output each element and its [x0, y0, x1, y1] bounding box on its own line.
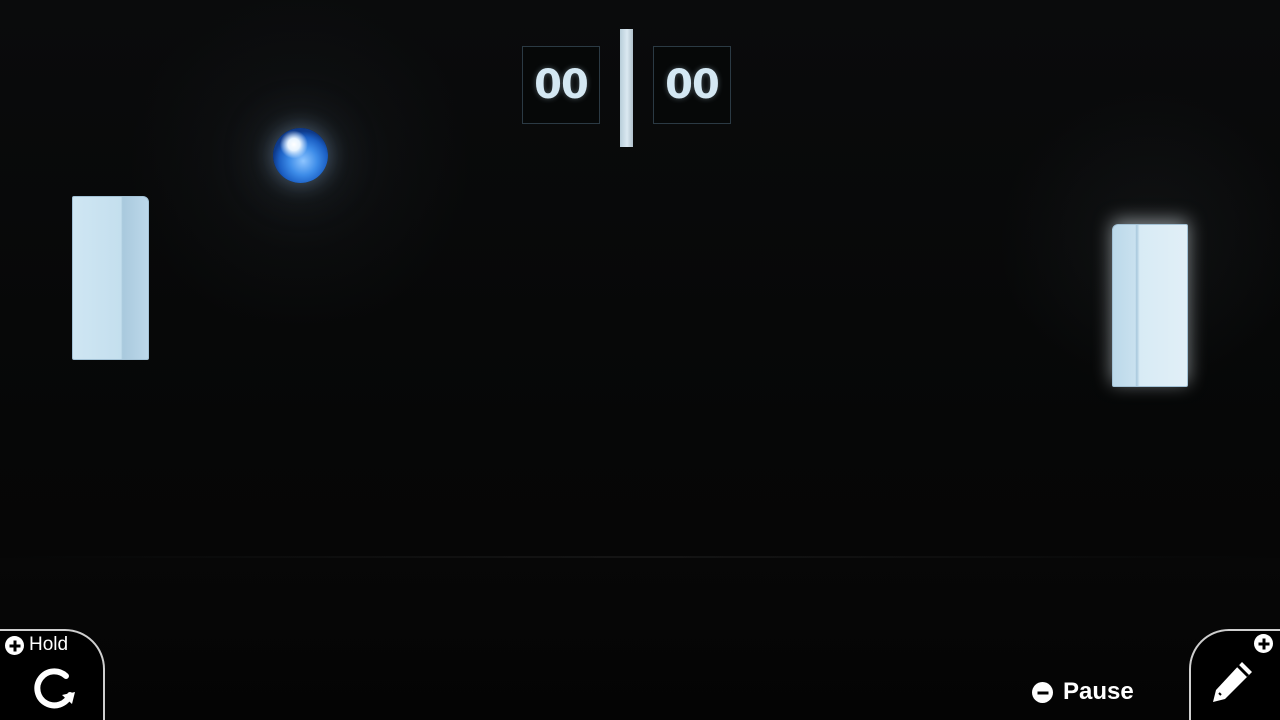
left-paddle: [72, 196, 149, 360]
plus-circle-icon: [1254, 634, 1273, 653]
hold-label: Hold: [29, 634, 69, 655]
pencil-icon: [1213, 662, 1252, 702]
right-paddle: [1112, 224, 1188, 387]
center-divider: [620, 29, 633, 147]
right-score-display: 00: [653, 46, 731, 124]
left-score-value: 00: [534, 62, 589, 108]
right-score-value: 00: [665, 62, 720, 108]
pause-button[interactable]: Pause: [1063, 678, 1134, 706]
rotate-clockwise-icon: [34, 668, 75, 709]
ball: [273, 128, 328, 183]
minus-circle-icon: [1032, 682, 1053, 703]
game-stage: 00 00 Hold Pause: [0, 0, 1280, 720]
plus-circle-icon: [5, 636, 24, 655]
left-score-display: 00: [522, 46, 600, 124]
